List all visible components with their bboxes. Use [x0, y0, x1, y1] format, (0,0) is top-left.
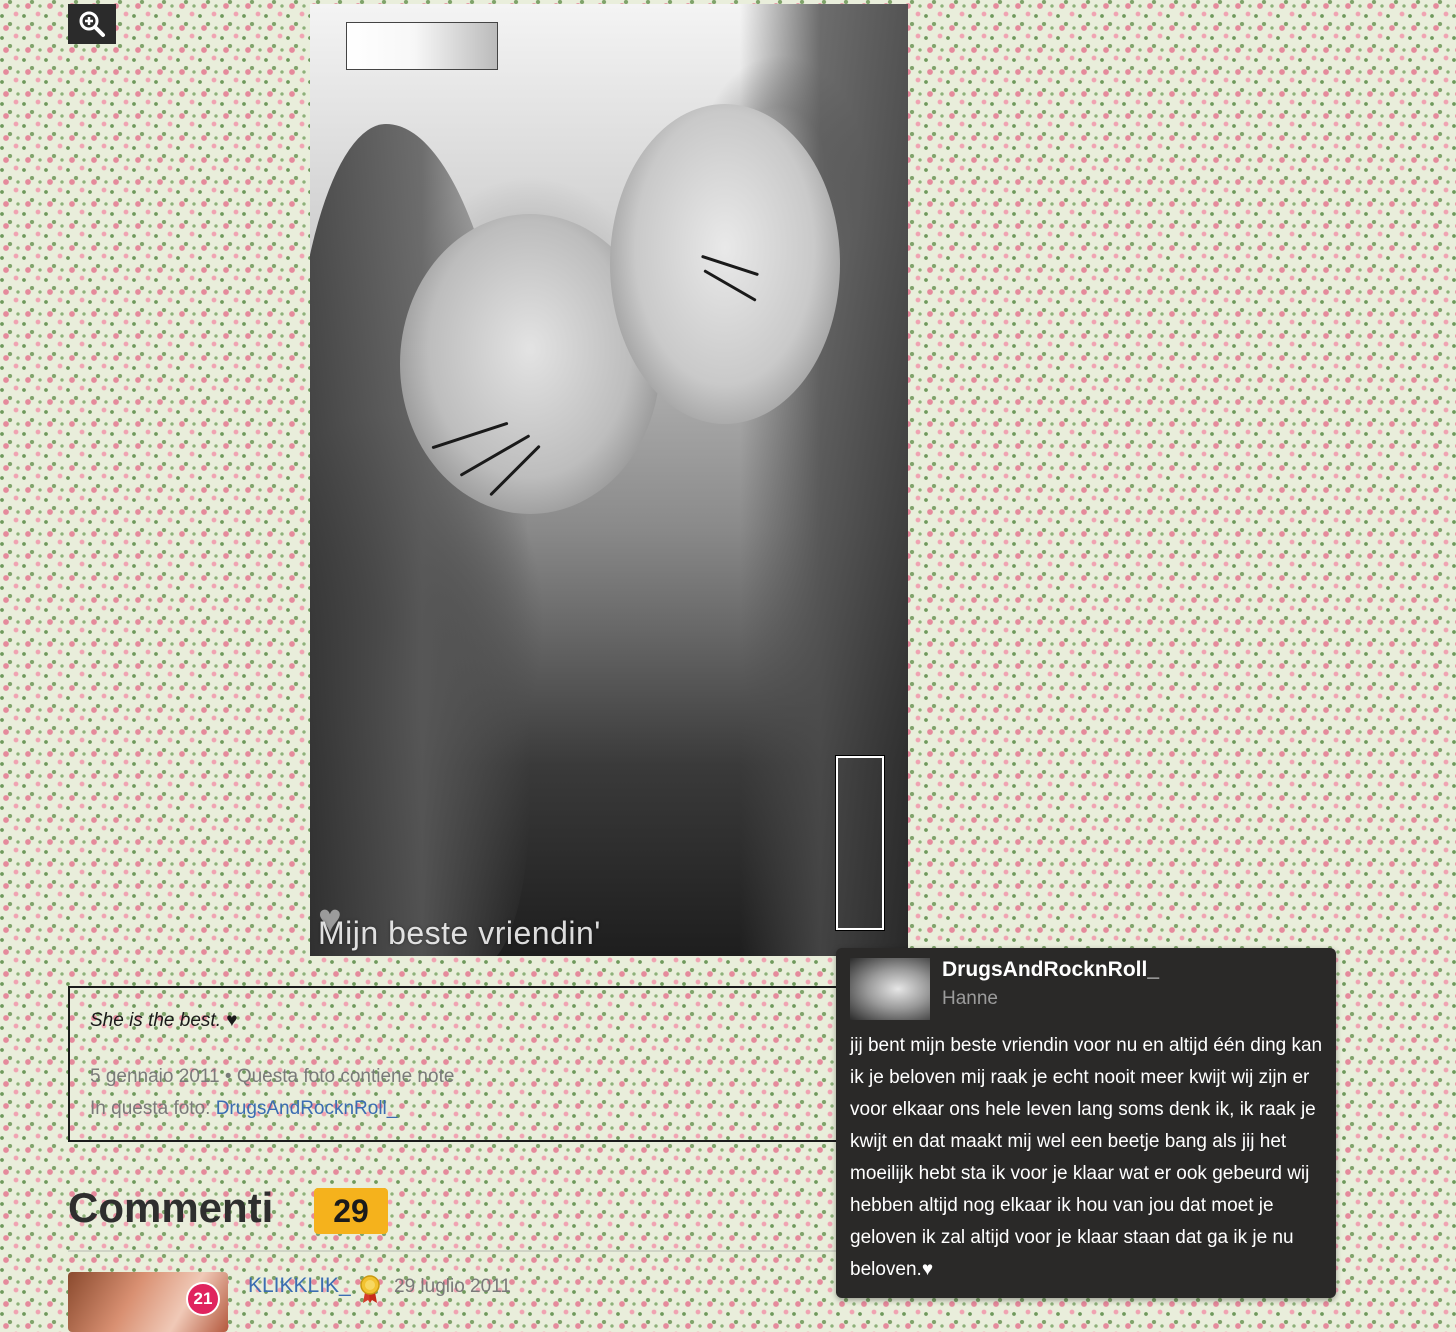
people-link[interactable]: DrugsAndRocknRoll_	[216, 1098, 398, 1119]
comment-username[interactable]: KLIKKLIK_	[248, 1274, 351, 1298]
comment-date: 29 luglio 2011	[394, 1276, 511, 1297]
tooltip-avatar[interactable]	[850, 958, 930, 1020]
zoom-button[interactable]	[68, 4, 116, 44]
people-label: In questa foto:	[90, 1098, 211, 1119]
zoom-in-icon	[79, 11, 105, 37]
heart-icon: ♥	[226, 1010, 238, 1031]
photo-description: She is the best. ♥	[90, 1010, 238, 1032]
note-tooltip: DrugsAndRocknRoll_ Hanne jij bent mijn b…	[836, 948, 1336, 1298]
photo-caption: Mijn beste vriendin'	[318, 915, 601, 951]
photo-description-text: She is the best.	[90, 1010, 221, 1031]
tooltip-username[interactable]: DrugsAndRocknRoll_	[942, 958, 1159, 982]
photo-note-marker[interactable]	[835, 755, 885, 931]
main-photo[interactable]: ♥ Mijn beste vriendin'	[310, 4, 908, 956]
comment-avatar-badge: 21	[186, 1282, 220, 1316]
medal-icon	[360, 1275, 380, 1303]
tooltip-realname: Hanne	[942, 988, 998, 1009]
photo-people: In questa foto: DrugsAndRocknRoll_	[90, 1098, 397, 1120]
comments-title: Commenti	[68, 1184, 274, 1231]
comments-count-badge: 29	[314, 1188, 388, 1234]
photo-note-marker[interactable]	[346, 22, 498, 70]
tooltip-note-text: jij bent mijn beste vriendin voor nu en …	[850, 1035, 1323, 1280]
photo-meta: 5 gennaio 2011 • Questa foto contiene no…	[90, 1066, 455, 1087]
